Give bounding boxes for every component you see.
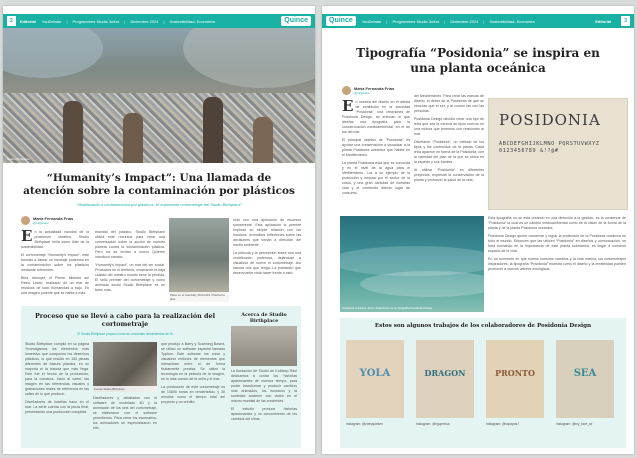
process-box: Proceso que se llevó a cabo para la real… [21,306,301,448]
avatar [21,216,30,225]
box-column-3: que produjo a Barry y Scanning Based, se… [161,342,225,404]
body-column-3: oído con una aplicación de recursos suma… [233,218,301,275]
header-item: Sostenibilidad, Economía [169,18,215,24]
page-number: 3 [621,16,630,26]
author-handle: @mfgandio [354,91,370,95]
hero-image: Studio Birthplace [3,28,315,163]
section-label: Editorial [19,18,36,24]
collab-tile: YOLA [346,340,404,418]
header-item: Diciembre 2024 [450,18,479,24]
collab-word: DRAGON [424,368,466,378]
body-column-2: mundial del plástico. Studio Birthplace … [95,230,165,292]
collab-credit[interactable]: Instagram: @zoeyspieken [346,422,383,426]
section-label: Editorial [595,18,612,24]
header-item: Sostenibilidad, Economía [489,18,535,24]
collab-tile: DRAGON [416,340,474,418]
collab-credit[interactable]: Instagram: @my_fave_se [556,422,592,426]
box-subtitle: El Studio Birthplace propuso toda las co… [77,332,173,336]
process-thumbnail: Fuente Studio Birthplace [93,342,157,392]
box-title: Proceso que se llevó a cabo para la real… [35,312,215,328]
box-column-2: Diseñadores y detallados con el software… [93,396,157,430]
collab-word: SEA [573,368,597,379]
article-title: “Humanity’s Impact”: Una llamada de aten… [23,172,295,197]
author-byline: María Fernanda Frías @mfgandio [342,86,394,95]
header-item: YouDebate [41,18,62,24]
about-sidebar: Acerca de Studio Birthplace La fundación… [231,312,297,449]
sidebar-title: Acerca de Studio Birthplace [241,312,287,324]
posidonia-type-specimen: POSIDONIA ABCDEFGHIJKLMNO PQRSTUVWXYZ 01… [488,98,628,210]
collab-word: YOLA [359,368,391,379]
left-page: 2 Editorial YouDebate | Programmes Studi… [3,6,315,454]
collab-credit[interactable]: Instagram: @sopapas7 [486,422,519,426]
drop-cap: E [342,100,354,115]
article-thumbnail: Plano en el cual Raly. Richardini / Plaz… [169,218,229,302]
sidebar-image [231,326,297,366]
hero-caption: Studio Birthplace [7,157,30,161]
collab-tile: PRONTO [486,340,544,418]
body-column-3: Esta tipografía no se está creando en un… [488,216,626,271]
collaborators-title: Estos son algunos trabajos de los colabo… [374,323,592,329]
body-column-2: del Mediterráneo. Para crear las marcas … [414,94,484,182]
body-column-1: En la actualidad mundial de la protecció… [21,230,89,295]
thumbnail-caption: Plano en el cual Raly. Richardini / Plaz… [169,292,229,302]
right-header-bar: Quince YouDebate | Programmes Studio 3x4… [322,14,634,28]
ocean-image: Posidonia oceánica. Foto / Adaptación de… [340,216,484,312]
header-item: YouDebate [361,18,382,24]
header-item: Programmes Studio 3x4xx [72,18,120,24]
page-number: 2 [7,16,16,26]
collab-word: PRONTO [495,368,535,378]
article-title: Tipografía “Posidonia” se inspira en una… [356,46,600,75]
brand-logo: Quince [326,16,356,26]
header-item: Diciembre 2024 [130,18,159,24]
box-column-1: Studio Birthplace cumplió en su página “… [25,342,89,414]
author-byline: María Fernanda Frías @mfgandio [21,216,73,225]
header-item: Programmes Studio 3x4xx [392,18,440,24]
specimen-alphabet: ABCDEFGHIJKLMNO PQRSTUVWXYZ 0123456789 &… [499,141,600,154]
collaborators-box: Estos son algunos trabajos de los colabo… [340,318,626,448]
collab-tile: SEA [556,340,614,418]
specimen-word: POSIDONIA [499,111,601,129]
avatar [342,86,351,95]
left-header-bar: 2 Editorial YouDebate | Programmes Studi… [3,14,315,28]
collab-credit[interactable]: Instagram: @egopertua [416,422,450,426]
sidebar-text: La fundación de Studio de Kuldeep Ravi d… [231,369,297,421]
body-column-1: En nuestra del diseño en el artista de e… [342,100,410,195]
brand-logo: Quince [281,16,311,26]
ocean-image-caption: Posidonia oceánica. Foto / Adaptación de… [342,306,433,310]
article-subtitle: “Visibilizando a contaminación por plást… [76,202,242,207]
process-thumbnail-caption: Fuente Studio Birthplace [93,386,157,392]
drop-cap: E [21,230,33,245]
author-handle: @mfgandio [33,221,49,225]
right-page: Quince YouDebate | Programmes Studio 3x4… [322,6,634,454]
magazine-spread: 2 Editorial YouDebate | Programmes Studi… [0,0,637,458]
